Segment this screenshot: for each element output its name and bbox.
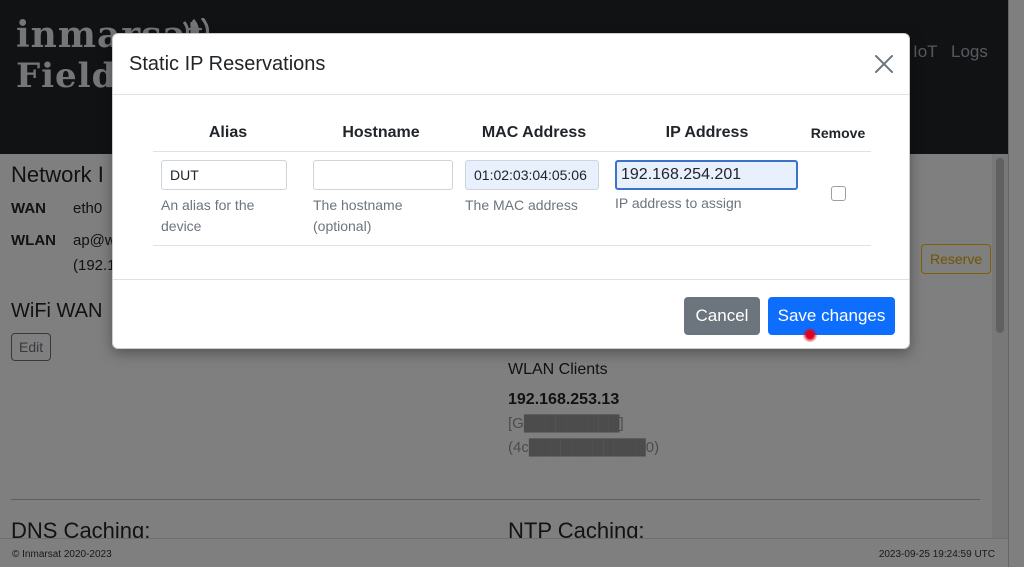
column-header-alias: Alias (153, 115, 303, 152)
alias-help-text: An alias for the device (161, 196, 255, 234)
remove-checkbox[interactable] (830, 185, 846, 201)
static-ip-modal: Static IP Reservations Alias Hostname MA… (112, 33, 910, 349)
cancel-button[interactable]: Cancel (684, 297, 760, 335)
ip-address-input[interactable] (615, 159, 798, 190)
modal-body: Alias Hostname MAC Address IP Address Re… (113, 95, 909, 279)
modal-footer: Cancel Save changes (113, 279, 909, 350)
table-row: An alias for the device The hostname (op… (153, 151, 871, 246)
save-changes-button[interactable]: Save changes (768, 297, 895, 335)
mac-help-text: The MAC address (465, 196, 578, 213)
column-header-hostname: Hostname (303, 115, 459, 152)
mouse-cursor-indicator (803, 328, 817, 342)
column-header-mac: MAC Address (459, 115, 609, 152)
hostname-help-text: The hostname (optional) (313, 196, 403, 234)
alias-input[interactable] (161, 159, 287, 190)
modal-title: Static IP Reservations (129, 53, 326, 75)
close-icon[interactable] (873, 53, 895, 75)
table-header-row: Alias Hostname MAC Address IP Address Re… (153, 115, 871, 152)
column-header-remove: Remove (805, 115, 871, 152)
modal-header: Static IP Reservations (113, 34, 909, 95)
mac-address-input[interactable] (465, 159, 599, 190)
column-header-ip: IP Address (609, 115, 805, 152)
ip-help-text: IP address to assign (615, 194, 742, 211)
hostname-input[interactable] (313, 159, 453, 190)
reservations-table: Alias Hostname MAC Address IP Address Re… (153, 115, 871, 246)
